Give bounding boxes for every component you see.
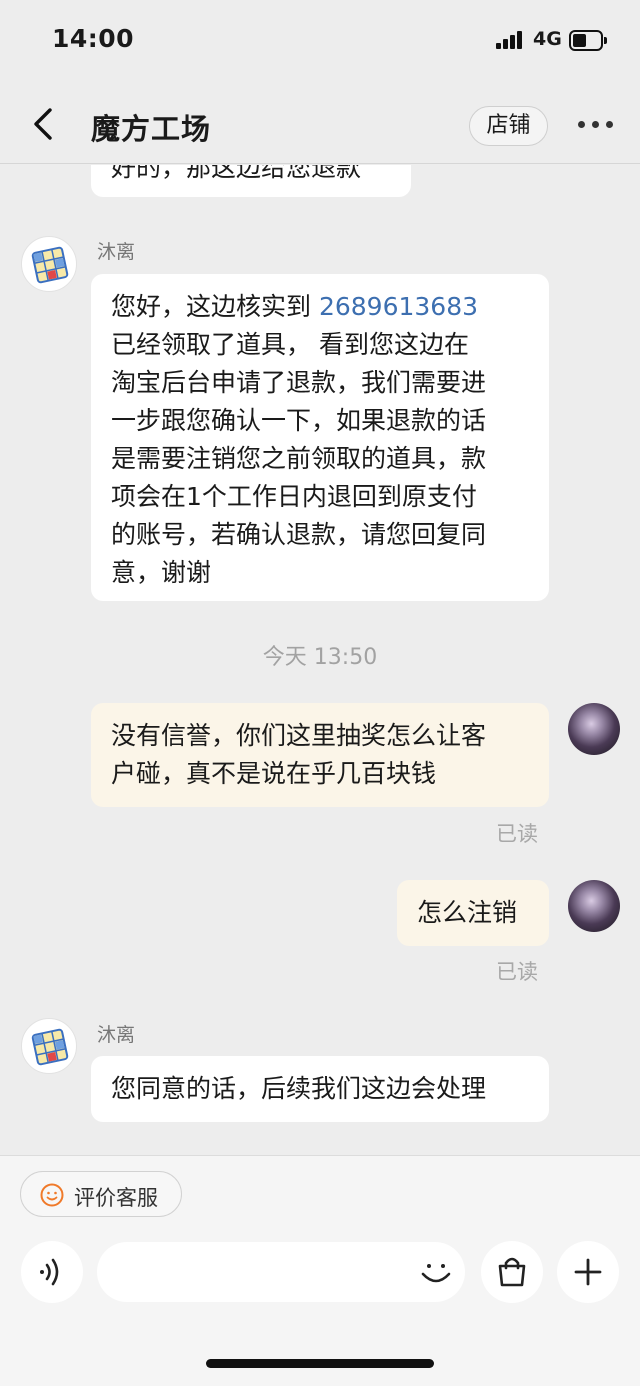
- order-number-link[interactable]: 2689613683: [319, 292, 478, 321]
- message-line: 怎么注销: [417, 898, 518, 927]
- user-avatar[interactable]: [568, 880, 620, 932]
- message-line: 您同意的话，后续我们这边会处理: [111, 1074, 487, 1103]
- sender-name: 沐离: [97, 1024, 136, 1046]
- rate-service-label: 评价客服: [74, 1186, 158, 1210]
- smiley-icon: [40, 1183, 64, 1207]
- message-line: 的账号，若确认退款，请您回复同: [111, 520, 487, 549]
- chat-area[interactable]: 好的，那这边给您退款 沐离 您好，这边核实到 2689613683 已经领取了道…: [0, 165, 640, 1155]
- message-text: 您好，这边核实到: [111, 292, 319, 321]
- add-button[interactable]: [557, 1241, 619, 1303]
- message-bubble: 您好，这边核实到 2689613683 已经领取了道具， 看到您这边在 淘宝后台…: [91, 274, 549, 601]
- home-indicator: [206, 1359, 434, 1368]
- shopping-bag-button[interactable]: [481, 1241, 543, 1303]
- message-text: 好的，那这边给您退款: [111, 165, 362, 182]
- message-line: 已经领取了道具， 看到您这边在: [111, 330, 469, 359]
- read-receipt: 已读: [496, 822, 538, 846]
- chat-timestamp: 今天 13:50: [262, 645, 378, 670]
- message-line: 意，谢谢: [111, 558, 212, 587]
- battery-icon: [569, 30, 607, 51]
- status-time: 14:00: [52, 24, 135, 53]
- rate-service-button[interactable]: 评价客服: [20, 1171, 182, 1217]
- sender-name: 沐离: [97, 241, 136, 263]
- plus-icon: [574, 1258, 602, 1286]
- user-avatar[interactable]: [568, 703, 620, 755]
- message-line: 一步跟您确认一下，如果退款的话: [111, 406, 487, 435]
- message-line: 没有信誉，你们这里抽奖怎么让客: [111, 721, 487, 750]
- message-line: 项会在1个工作日内退回到原支付: [111, 482, 477, 511]
- back-arrow-icon[interactable]: [28, 106, 60, 142]
- page-title: 魔方工场: [91, 112, 212, 146]
- shop-avatar[interactable]: [21, 1018, 77, 1074]
- message-line: 户碰，真不是说在乎几百块钱: [111, 759, 437, 788]
- message-bubble-partial: 好的，那这边给您退款: [91, 165, 411, 197]
- shop-button[interactable]: 店铺: [469, 106, 548, 146]
- signal-icon: [496, 31, 524, 49]
- network-type: 4G: [533, 28, 562, 50]
- shopping-bag-icon: [498, 1257, 526, 1287]
- message-line: 您好，这边核实到 2689613683: [111, 288, 529, 326]
- nav-bar: 魔方工场 店铺: [0, 82, 640, 164]
- shop-avatar[interactable]: [21, 236, 77, 292]
- read-receipt: 已读: [496, 960, 538, 984]
- message-input[interactable]: [97, 1242, 465, 1302]
- voice-button[interactable]: [21, 1241, 83, 1303]
- emoji-icon[interactable]: [418, 1254, 454, 1290]
- voice-icon: [40, 1258, 59, 1286]
- user-message-bubble: 怎么注销: [397, 880, 549, 946]
- status-bar: 14:00 4G: [0, 0, 640, 82]
- message-line: 是需要注销您之前领取的道具，款: [111, 444, 487, 473]
- user-message-bubble: 没有信誉，你们这里抽奖怎么让客 户碰，真不是说在乎几百块钱: [91, 703, 549, 807]
- input-area: 评价客服: [0, 1155, 640, 1386]
- message-line: 淘宝后台申请了退款，我们需要进: [111, 368, 487, 397]
- more-icon[interactable]: [574, 116, 618, 132]
- message-bubble: 您同意的话，后续我们这边会处理: [91, 1056, 549, 1122]
